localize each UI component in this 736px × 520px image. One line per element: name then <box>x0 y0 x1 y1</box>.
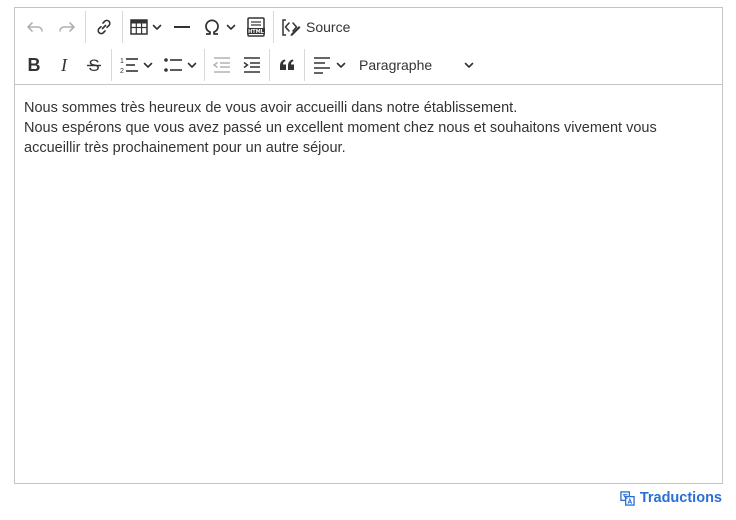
special-characters-button[interactable] <box>197 11 241 43</box>
heading-select[interactable]: Paragraphe <box>351 49 481 81</box>
chevron-down-icon <box>143 62 153 68</box>
content-line-2: Nous espérons que vous avez passé un exc… <box>24 120 657 156</box>
toolbar-separator <box>85 11 86 43</box>
outdent-icon <box>212 57 230 73</box>
svg-text:I: I <box>60 55 68 75</box>
toolbar-separator <box>304 49 305 81</box>
toolbar-separator <box>273 11 274 43</box>
source-button-label: Source <box>306 19 351 35</box>
table-icon <box>130 19 148 35</box>
redo-button[interactable] <box>51 11 83 43</box>
undo-icon <box>27 22 43 32</box>
bold-icon: B <box>28 55 41 75</box>
content-line-1: Nous sommes très heureux de vous avoir a… <box>24 100 518 116</box>
omega-icon <box>205 19 219 35</box>
numbered-list-icon: 1 2 <box>120 58 138 75</box>
toolbar-row-1: HTML Source <box>15 8 722 46</box>
align-left-icon <box>314 57 330 74</box>
link-icon <box>97 19 111 35</box>
bulleted-list-button[interactable] <box>158 49 202 81</box>
heading-select-value: Paragraphe <box>359 57 433 73</box>
strikethrough-button[interactable]: S <box>79 49 109 81</box>
toolbar-separator <box>111 49 112 81</box>
italic-icon: I <box>60 55 68 75</box>
html-embed-button[interactable]: HTML <box>241 11 271 43</box>
svg-text:B: B <box>28 55 41 75</box>
translations-link[interactable]: Traductions <box>620 490 722 506</box>
chevron-down-icon <box>464 62 474 68</box>
rich-text-editor: HTML Source B I S 1 2 Paragraphe Nous so… <box>14 7 723 484</box>
indent-button[interactable] <box>237 49 267 81</box>
svg-text:HTML: HTML <box>248 29 265 35</box>
italic-button[interactable]: I <box>49 49 79 81</box>
source-button[interactable]: Source <box>276 11 354 43</box>
toolbar-separator <box>122 11 123 43</box>
html-embed-icon: HTML <box>247 17 265 37</box>
redo-icon <box>59 22 75 32</box>
source-code-icon <box>282 19 301 36</box>
editor-content-area[interactable]: Nous sommes très heureux de vous avoir a… <box>15 85 722 158</box>
insert-table-button[interactable] <box>125 11 167 43</box>
blockquote-button[interactable] <box>272 49 302 81</box>
outdent-button[interactable] <box>207 49 237 81</box>
toolbar-separator <box>269 49 270 81</box>
chevron-down-icon <box>187 62 197 68</box>
text-alignment-button[interactable] <box>307 49 351 81</box>
chevron-down-icon <box>226 24 236 30</box>
toolbar-row-2: B I S 1 2 Paragraphe <box>15 46 722 84</box>
horizontal-line-icon <box>174 26 190 28</box>
svg-text:2: 2 <box>120 68 124 75</box>
translate-icon <box>620 490 635 506</box>
numbered-list-button[interactable]: 1 2 <box>114 49 158 81</box>
translations-label: Traductions <box>639 490 722 506</box>
bulleted-list-icon <box>164 58 182 72</box>
chevron-down-icon <box>336 62 346 68</box>
svg-text:1: 1 <box>120 58 124 65</box>
undo-button[interactable] <box>19 11 51 43</box>
bold-button[interactable]: B <box>19 49 49 81</box>
link-button[interactable] <box>88 11 120 43</box>
toolbar-separator <box>204 49 205 81</box>
strikethrough-icon: S <box>87 56 101 75</box>
quote-icon <box>280 59 294 70</box>
editor-toolbar: HTML Source B I S 1 2 Paragraphe <box>15 8 722 85</box>
horizontal-line-button[interactable] <box>167 11 197 43</box>
chevron-down-icon <box>152 24 162 30</box>
indent-icon <box>243 57 260 73</box>
